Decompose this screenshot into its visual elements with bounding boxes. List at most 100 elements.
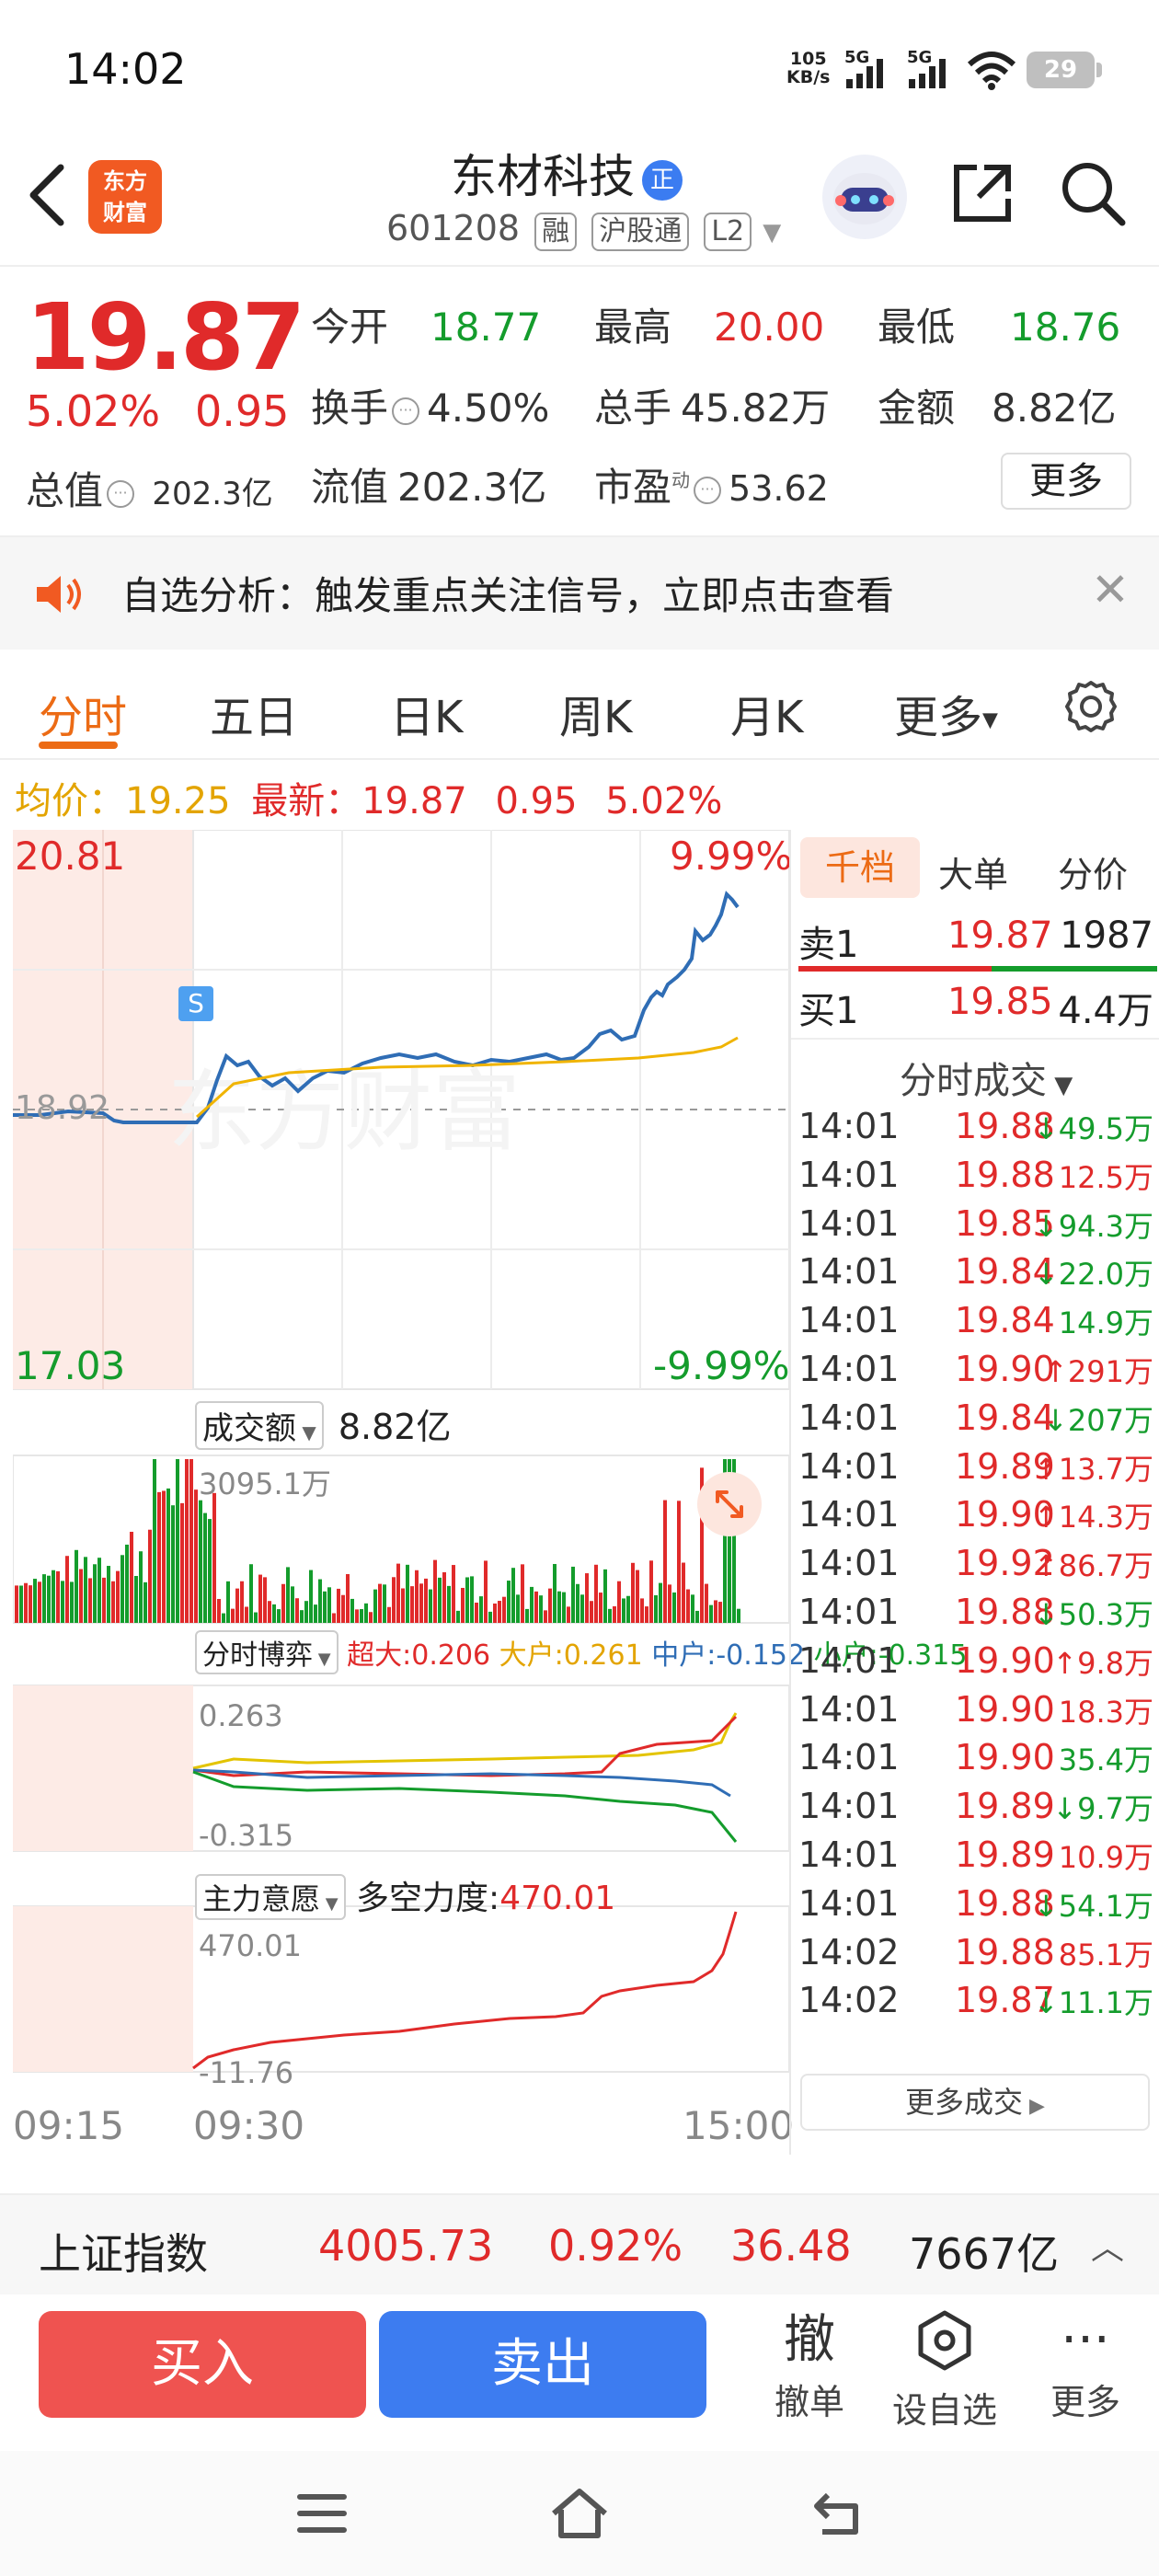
tab-daily[interactable]: 日K (390, 681, 463, 745)
eastmoney-logo[interactable]: 东方 财富 (88, 160, 162, 234)
amount-bar (75, 1549, 78, 1623)
menu-icon[interactable] (294, 2488, 350, 2539)
pe-stat[interactable]: 市盈动 ··· 53.62 (594, 456, 829, 512)
home-icon[interactable] (548, 2484, 611, 2543)
amount-selector[interactable]: 成交额 ▼ (195, 1401, 324, 1450)
tab-intraday[interactable]: 分时 (39, 681, 127, 745)
tab-monthly[interactable]: 月K (730, 681, 803, 745)
settings-gear-icon[interactable] (1061, 677, 1120, 736)
trade-price: 19.89 (955, 1786, 1055, 1827)
amount-bar (539, 1595, 543, 1623)
trade-time: 14:01 (798, 1251, 900, 1293)
amount-bar (484, 1560, 488, 1623)
amount-bar (636, 1570, 639, 1623)
amount-bar (194, 1489, 198, 1623)
back-nav-icon[interactable] (809, 2488, 865, 2539)
more-stats-button[interactable]: 更多 (1001, 453, 1131, 510)
amount-bar (148, 1529, 152, 1623)
search-icon[interactable] (1058, 158, 1128, 228)
amount-bar (475, 1602, 478, 1623)
caret-down-icon: ▼ (1047, 1072, 1073, 1099)
high-stat: 最高 20.00 (594, 305, 825, 350)
amount-bar (649, 1560, 653, 1623)
signal-icon (846, 59, 883, 88)
turnover-stat[interactable]: 换手 ··· 4.50% (311, 377, 549, 433)
main-will-selector[interactable]: 主力意愿 ▼ (195, 1874, 346, 1920)
amount-bar (212, 1492, 216, 1623)
amount-bar (429, 1589, 432, 1623)
bobo-selector[interactable]: 分时博弈 ▼ (195, 1630, 339, 1674)
volume-stat: 总手 45.82万 (594, 385, 831, 431)
amount-bar (590, 1601, 593, 1623)
amount-bar (346, 1573, 350, 1623)
trade-time: 14:01 (798, 1639, 900, 1681)
signal-banner[interactable]: 自选分析：触发重点关注信号，立即点击查看 ✕ (0, 535, 1159, 650)
battery-indicator: 29 (1027, 52, 1102, 88)
trade-volume: ↓22.0万 (1033, 1257, 1153, 1293)
tab-big-orders[interactable]: 大单 (938, 846, 1008, 897)
time-axis-start: 09:15 (13, 2103, 125, 2148)
intraday-info-line: 均价：19.25 最新：19.87 0.95 5.02% (15, 780, 723, 822)
amount-bar (424, 1578, 428, 1623)
amount-bar (516, 1594, 520, 1623)
more-actions-button[interactable]: ··· 更多 (1039, 2307, 1131, 2424)
trade-row: 14:01 19.84 14.9万 (798, 1300, 1157, 1351)
buy-button[interactable]: 买入 (39, 2311, 366, 2418)
trade-price: 19.90 (955, 1349, 1055, 1389)
add-watchlist-button[interactable]: 设自选 (885, 2307, 1004, 2432)
stock-title[interactable]: 东材科技正 (451, 140, 683, 206)
amount-bar (341, 1594, 345, 1623)
amount-bar (603, 1569, 607, 1623)
trade-time: 14:01 (798, 1834, 900, 1875)
amount-bar (705, 1583, 708, 1623)
amount-bar (677, 1501, 681, 1623)
info-icon: ··· (107, 479, 135, 508)
amount-bar (19, 1585, 23, 1623)
trade-row: 14:01 19.90 35.4万 (798, 1737, 1157, 1788)
market-cap[interactable]: 总值 ··· 202.3亿 (26, 460, 273, 516)
amount-bar (585, 1573, 589, 1623)
trade-volume: ↓9.7万 (1052, 1791, 1153, 1827)
index-bar[interactable]: 上证指数 4005.73 0.92% 36.48 7667亿 ︿ (0, 2193, 1159, 2294)
tab-price-dist[interactable]: 分价 (1058, 846, 1128, 897)
amount-bar (84, 1557, 87, 1623)
tab-qiandang[interactable]: 千档 (800, 837, 920, 898)
trade-row: 14:01 19.88 ↓54.1万 (798, 1883, 1157, 1935)
stock-code-line[interactable]: 601208 融 沪股通 L2 ▼ (386, 208, 781, 251)
trade-volume: ↓207万 (1043, 1402, 1153, 1438)
tab-5day[interactable]: 五日 (210, 681, 298, 745)
amount-bar (364, 1603, 368, 1623)
share-icon[interactable] (947, 158, 1017, 228)
trades-title[interactable]: 分时成交 ▼ (900, 1051, 1073, 1104)
amount-bar (258, 1574, 262, 1623)
caret-down-icon: ▼ (982, 708, 998, 732)
amount-bar (189, 1459, 193, 1623)
float-stat: 流值 202.3亿 (311, 465, 547, 510)
signal-s-marker[interactable]: S (178, 986, 213, 1021)
back-arrow-icon[interactable] (26, 162, 66, 228)
active-tab-indicator (39, 742, 118, 749)
tab-more[interactable]: 更多▼ (894, 681, 998, 745)
stock-name: 东材科技 (451, 150, 635, 203)
amount-bar (640, 1598, 644, 1623)
more-trades-button[interactable]: 更多成交 ▶ (800, 2074, 1150, 2131)
close-icon[interactable]: ✕ (1091, 563, 1130, 616)
amount-bar (718, 1602, 722, 1623)
sell-button[interactable]: 卖出 (379, 2311, 706, 2418)
amount-bar (672, 1592, 676, 1623)
trade-volume: 12.5万 (1058, 1159, 1153, 1195)
expand-icon[interactable] (697, 1472, 762, 1536)
tab-weekly[interactable]: 周K (559, 681, 632, 745)
speaker-icon (37, 576, 81, 613)
chevron-up-icon[interactable]: ︿ (1091, 2221, 1124, 2269)
cancel-order-button[interactable]: 撤 撤单 (763, 2307, 855, 2424)
trade-row: 14:02 19.87 ↓11.1万 (798, 1980, 1157, 2031)
index-name: 上证指数 (39, 2229, 208, 2279)
amount-bar (300, 1610, 304, 1623)
assistant-robot-icon[interactable] (822, 155, 907, 239)
trade-volume: ↓50.3万 (1033, 1597, 1153, 1632)
net-speed: 105 KB/s (786, 49, 831, 87)
trade-price: 19.90 (955, 1688, 1055, 1730)
watermark: 东方财富 (167, 1064, 521, 1162)
amount-bar (369, 1612, 373, 1623)
